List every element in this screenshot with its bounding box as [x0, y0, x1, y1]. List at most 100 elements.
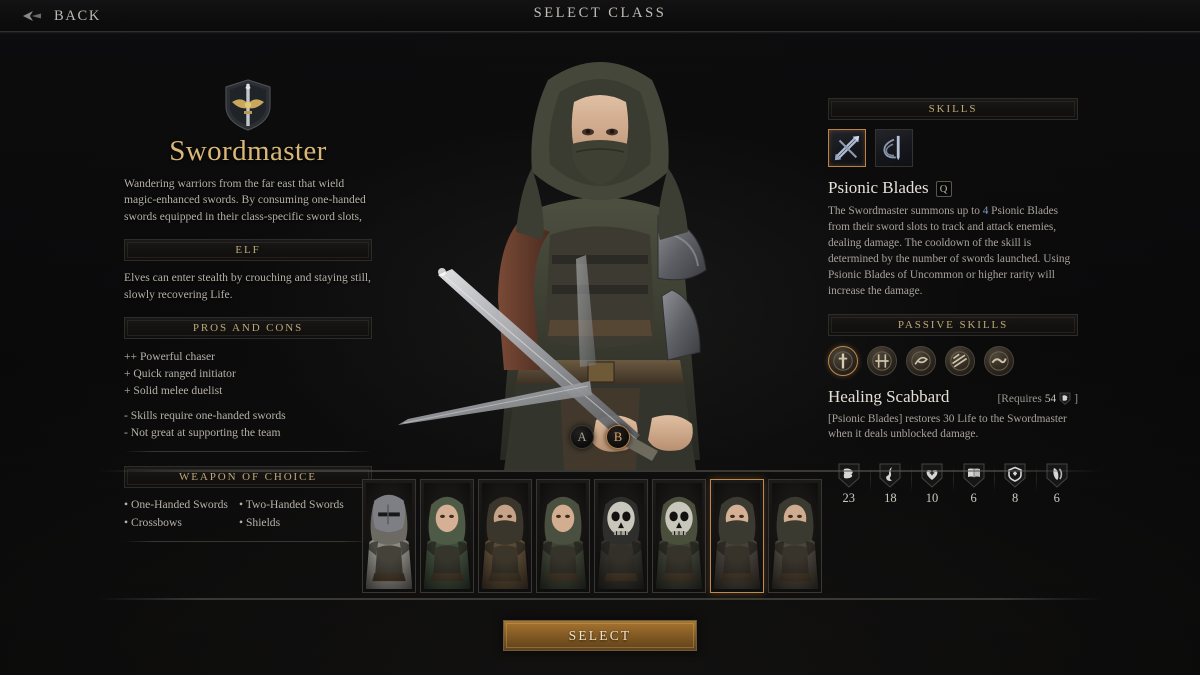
skill-icon-list — [828, 129, 1078, 167]
psionic-blades-skill-icon[interactable] — [828, 129, 866, 167]
weapon-item: • Crossbows — [124, 516, 182, 530]
skill-name: Psionic Blades — [828, 178, 929, 197]
portrait-warlock[interactable] — [652, 479, 706, 593]
class-description: Wandering warriors from the far east tha… — [124, 176, 366, 223]
healing-scabbard-passive-icon[interactable] — [828, 345, 858, 376]
portrait-swordmaster[interactable] — [710, 479, 764, 593]
portrait-image — [772, 483, 818, 589]
selected-skill-title: Psionic Blades Q — [828, 178, 1078, 198]
requires-value: 54 — [1044, 392, 1057, 405]
race-description: Elves can enter stealth by crouching and… — [124, 271, 371, 301]
class-select-screen: BACK SELECT CLASS A B Swordmaster Wander… — [0, 0, 1200, 675]
passive-requirement: [Requires 54 ] — [998, 392, 1078, 405]
stat-value: 6 — [970, 491, 977, 506]
spinning-sword-glyph — [883, 135, 900, 161]
class-portrait-strip[interactable] — [362, 479, 822, 593]
swirl-rune-glyph — [911, 350, 931, 371]
left-panel-divider — [124, 450, 372, 452]
portrait-strip-divider-bottom — [98, 598, 1102, 600]
portrait-strip-divider-top — [98, 470, 1102, 472]
selected-skill-description: The Swordmaster summons up to 4 Psionic … — [828, 204, 1078, 300]
vitality-stat-icon — [921, 463, 943, 489]
stat-value: 23 — [842, 491, 856, 506]
portrait-ranger[interactable] — [420, 479, 474, 593]
variant-button-b[interactable]: B — [606, 425, 630, 449]
race-section-label: ELF — [235, 244, 261, 257]
passive-icon-5[interactable] — [984, 345, 1014, 376]
select-button-label: SELECT — [568, 627, 632, 643]
weapon-list: • One-Handed Swords • Two-Handed Swords … — [124, 497, 372, 531]
portrait-image — [656, 483, 702, 589]
skill-hotkey-badge: Q — [935, 181, 952, 197]
portrait-art — [482, 483, 528, 589]
selected-passive-header: Healing Scabbard [Requires 54 ] — [828, 387, 1078, 407]
weapon-section-label: WEAPON OF CHOICE — [179, 470, 317, 483]
portrait-rogue[interactable] — [478, 479, 532, 593]
requires-prefix: [Requires — [997, 392, 1042, 405]
sword-dance-skill-icon[interactable] — [875, 129, 913, 167]
slash-rune-glyph — [950, 350, 970, 371]
dual-rune-glyph — [872, 350, 892, 371]
weapon-item: • Two-Handed Swords — [239, 497, 344, 511]
portrait-art — [714, 483, 760, 589]
knowledge-stat-icon — [963, 463, 985, 489]
class-name: Swordmaster — [169, 135, 327, 167]
race-section-header: ELF — [124, 239, 372, 262]
character-artwork — [498, 62, 707, 470]
pros-cons-section-label: PROS AND CONS — [192, 322, 304, 335]
agility-stat-icon — [879, 463, 901, 489]
portrait-fighter[interactable] — [362, 479, 416, 593]
variant-selector[interactable]: A B — [570, 425, 630, 449]
weapon-item: • Shields — [239, 516, 281, 530]
stat-value: 6 — [1053, 491, 1060, 506]
passive-icon-4[interactable] — [945, 345, 975, 376]
portrait-image — [482, 483, 528, 589]
portrait-art — [772, 483, 818, 589]
selected-passive-description: [Psionic Blades] restores 30 Life to the… — [828, 412, 1067, 441]
pro-item: + Solid melee duelist — [124, 384, 223, 398]
stat-value: 8 — [1012, 491, 1019, 506]
top-bar: BACK SELECT CLASS — [0, 0, 1200, 34]
pros-cons-list: ++ Powerful chaser + Quick ranged initia… — [124, 348, 372, 441]
passive-icon-3[interactable] — [906, 345, 936, 376]
dexterity-stat-icon — [1046, 463, 1068, 489]
portrait-image — [540, 483, 586, 589]
passive-icon-2[interactable] — [867, 345, 897, 376]
requires-suffix: ] — [1074, 392, 1078, 405]
portrait-image — [424, 483, 470, 589]
class-info-panel: Swordmaster Wandering warriors from the … — [124, 78, 372, 543]
passive-icon-list — [828, 345, 1078, 376]
skill-desc-part2: Psionic Blades from their sword slots to… — [828, 205, 1071, 297]
select-button[interactable]: SELECT — [503, 620, 697, 651]
passive-section-header: PASSIVE SKILLS — [828, 313, 1078, 336]
scabbard-glyph — [833, 350, 853, 371]
skills-panel: SKILLS Psionic Blades Q The Swordmaster … — [828, 98, 1078, 506]
skills-section-label: SKILLS — [928, 103, 978, 115]
con-item: - Skills require one-handed swords — [124, 408, 286, 422]
portrait-image — [598, 483, 644, 589]
portrait-cleric[interactable] — [536, 479, 590, 593]
portrait-druid[interactable] — [768, 479, 822, 593]
weapon-item: • One-Handed Swords — [124, 497, 228, 511]
stat-value: 18 — [884, 491, 897, 506]
portrait-wizard[interactable] — [594, 479, 648, 593]
strength-icon — [1059, 392, 1071, 405]
resourcefulness-stat-icon — [1004, 463, 1026, 489]
wave-rune-glyph — [989, 350, 1009, 371]
portrait-art — [540, 483, 586, 589]
left-panel-divider-bottom — [124, 541, 372, 543]
class-crest-shield-sword-icon — [225, 79, 271, 131]
portrait-image — [366, 483, 412, 589]
pros-cons-section-header: PROS AND CONS — [124, 317, 372, 340]
portrait-art — [366, 483, 412, 589]
variant-button-a[interactable]: A — [570, 425, 594, 449]
stat-value: 10 — [925, 491, 939, 506]
passive-name: Healing Scabbard — [828, 386, 950, 406]
skills-section-header: SKILLS — [828, 98, 1078, 120]
portrait-image — [714, 483, 760, 589]
pro-item: ++ Powerful chaser — [124, 350, 215, 364]
portrait-art — [598, 483, 644, 589]
crossed-swords-glyph — [834, 135, 860, 161]
pro-item: + Quick ranged initiator — [124, 367, 236, 381]
portrait-art — [424, 483, 470, 589]
